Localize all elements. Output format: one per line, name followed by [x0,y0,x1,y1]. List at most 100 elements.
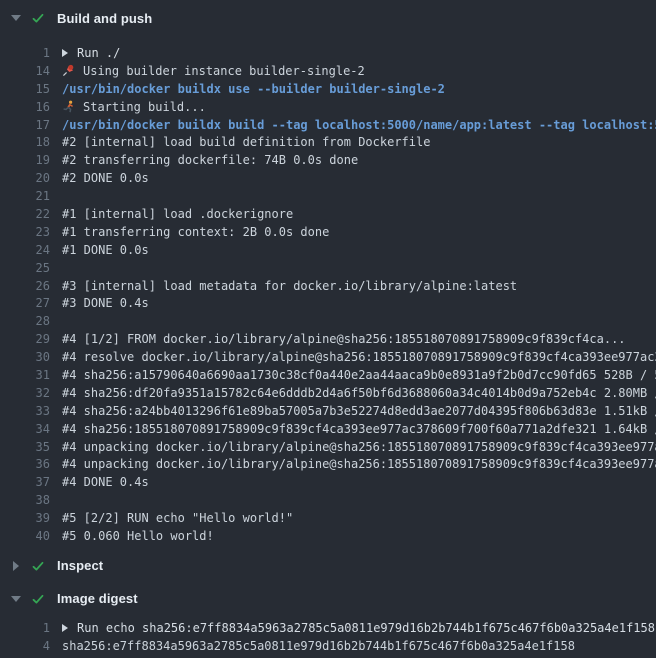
line-number[interactable]: 23 [0,225,50,239]
line-number[interactable]: 22 [0,207,50,221]
line-text: #5 [2/2] RUN echo "Hello world!" [62,511,293,525]
line-content: /usr/bin/docker buildx use --builder bui… [62,82,445,96]
pushpin-icon [62,64,75,77]
log-line: 14 Using builder instance builder-single… [0,62,656,80]
log-line: 39 #5 [2/2] RUN echo "Hello world!" [0,509,656,527]
line-text: #4 sha256:df20fa9351a15782c64e6dddb2d4a6… [62,386,656,400]
line-number[interactable]: 32 [0,386,50,400]
line-number[interactable]: 25 [0,261,50,275]
line-number[interactable]: 36 [0,457,50,471]
line-number[interactable]: 24 [0,243,50,257]
expand-step-icon[interactable] [62,49,68,57]
log-line: 1 Run echo sha256:e7ff8834a5963a2785c5a0… [0,619,656,637]
line-text: /usr/bin/docker buildx use --builder bui… [62,82,445,96]
section-title: Image digest [57,591,138,606]
line-content: #4 sha256:df20fa9351a15782c64e6dddb2d4a6… [62,386,656,400]
line-number[interactable]: 35 [0,440,50,454]
line-number[interactable]: 40 [0,529,50,543]
section-build-and-push: Build and push 1 Run ./ 14 Using builder… [0,8,656,545]
line-number[interactable]: 27 [0,296,50,310]
line-content: Starting build... [62,100,206,114]
line-number[interactable]: 20 [0,171,50,185]
section-header[interactable]: Image digest [0,589,656,609]
line-number[interactable]: 37 [0,475,50,489]
line-number[interactable]: 21 [0,189,50,203]
line-number[interactable]: 38 [0,493,50,507]
chevron-down-icon[interactable] [10,596,22,602]
log-line: 25 [0,259,656,277]
line-content: sha256:e7ff8834a5963a2785c5a0811e979d16b… [62,639,575,653]
line-number[interactable]: 29 [0,332,50,346]
line-number[interactable]: 16 [0,100,50,114]
line-number[interactable]: 14 [0,64,50,78]
chevron-down-icon[interactable] [10,15,22,21]
line-content: #1 transferring context: 2B 0.0s done [62,225,329,239]
log-line: 4 sha256:e7ff8834a5963a2785c5a0811e979d1… [0,637,656,655]
log-line: 34 #4 sha256:185518070891758909c9f839cf4… [0,420,656,438]
line-content: #4 sha256:a24bb4013296f61e89ba57005a7b3e… [62,404,656,418]
line-text: #4 [1/2] FROM docker.io/library/alpine@s… [62,332,626,346]
line-text: sha256:e7ff8834a5963a2785c5a0811e979d16b… [62,639,575,653]
runner-icon [62,100,75,113]
actions-log-viewer: Build and push 1 Run ./ 14 Using builder… [0,0,656,658]
line-content: #4 unpacking docker.io/library/alpine@sh… [62,440,656,454]
line-text: #4 resolve docker.io/library/alpine@sha2… [62,350,656,364]
log-line: 35 #4 unpacking docker.io/library/alpine… [0,438,656,456]
section-log: 1 Run ./ 14 Using builder instance build… [0,44,656,545]
line-text: Run echo sha256:e7ff8834a5963a2785c5a081… [77,621,655,635]
section-log: 1 Run echo sha256:e7ff8834a5963a2785c5a0… [0,619,656,655]
section-title: Build and push [57,11,152,26]
section-title: Inspect [57,558,103,573]
log-line: 24 #1 DONE 0.0s [0,241,656,259]
log-line: 26 #3 [internal] load metadata for docke… [0,277,656,295]
line-text: #3 [internal] load metadata for docker.i… [62,279,517,293]
line-text: Using builder instance builder-single-2 [83,64,365,78]
line-number[interactable]: 28 [0,314,50,328]
log-line: 27 #3 DONE 0.4s [0,294,656,312]
check-icon [31,559,45,573]
line-text: #2 transferring dockerfile: 74B 0.0s don… [62,153,358,167]
line-number[interactable]: 31 [0,368,50,382]
line-number[interactable]: 30 [0,350,50,364]
log-line: 32 #4 sha256:df20fa9351a15782c64e6dddb2d… [0,384,656,402]
line-text: #4 sha256:a15790640a6690aa1730c38cf0a440… [62,368,656,382]
line-text: #1 DONE 0.0s [62,243,149,257]
line-text: Starting build... [83,100,206,114]
section-header[interactable]: Inspect [0,556,656,576]
section-image-digest: Image digest 1 Run echo sha256:e7ff8834a… [0,589,656,655]
line-text: #2 [internal] load build definition from… [62,135,430,149]
line-text: #1 transferring context: 2B 0.0s done [62,225,329,239]
section-inspect: Inspect [0,556,656,576]
line-text: #2 DONE 0.0s [62,171,149,185]
line-content: #3 DONE 0.4s [62,296,149,310]
line-content: Run echo sha256:e7ff8834a5963a2785c5a081… [62,621,655,635]
line-content: #1 [internal] load .dockerignore [62,207,293,221]
log-line: 1 Run ./ [0,44,656,62]
line-number[interactable]: 1 [0,46,50,60]
line-text: #4 sha256:185518070891758909c9f839cf4ca3… [62,422,656,436]
line-number[interactable]: 39 [0,511,50,525]
line-number[interactable]: 19 [0,153,50,167]
line-text: #4 unpacking docker.io/library/alpine@sh… [62,457,656,471]
log-line: 23 #1 transferring context: 2B 0.0s done [0,223,656,241]
log-line: 29 #4 [1/2] FROM docker.io/library/alpin… [0,330,656,348]
log-line: 21 [0,187,656,205]
line-content: Using builder instance builder-single-2 [62,64,365,78]
expand-step-icon[interactable] [62,624,68,632]
line-text: #3 DONE 0.4s [62,296,149,310]
line-number[interactable]: 26 [0,279,50,293]
chevron-right-icon[interactable] [10,561,22,571]
line-number[interactable]: 18 [0,135,50,149]
line-number[interactable]: 17 [0,118,50,132]
line-number[interactable]: 34 [0,422,50,436]
line-content: #4 sha256:185518070891758909c9f839cf4ca3… [62,422,656,436]
line-number[interactable]: 15 [0,82,50,96]
line-text: #4 sha256:a24bb4013296f61e89ba57005a7b3e… [62,404,656,418]
line-number[interactable]: 1 [0,621,50,635]
line-text: #1 [internal] load .dockerignore [62,207,293,221]
line-number[interactable]: 33 [0,404,50,418]
line-content: #4 sha256:a15790640a6690aa1730c38cf0a440… [62,368,656,382]
line-number[interactable]: 4 [0,639,50,653]
check-icon [31,592,45,606]
section-header[interactable]: Build and push [0,8,656,28]
